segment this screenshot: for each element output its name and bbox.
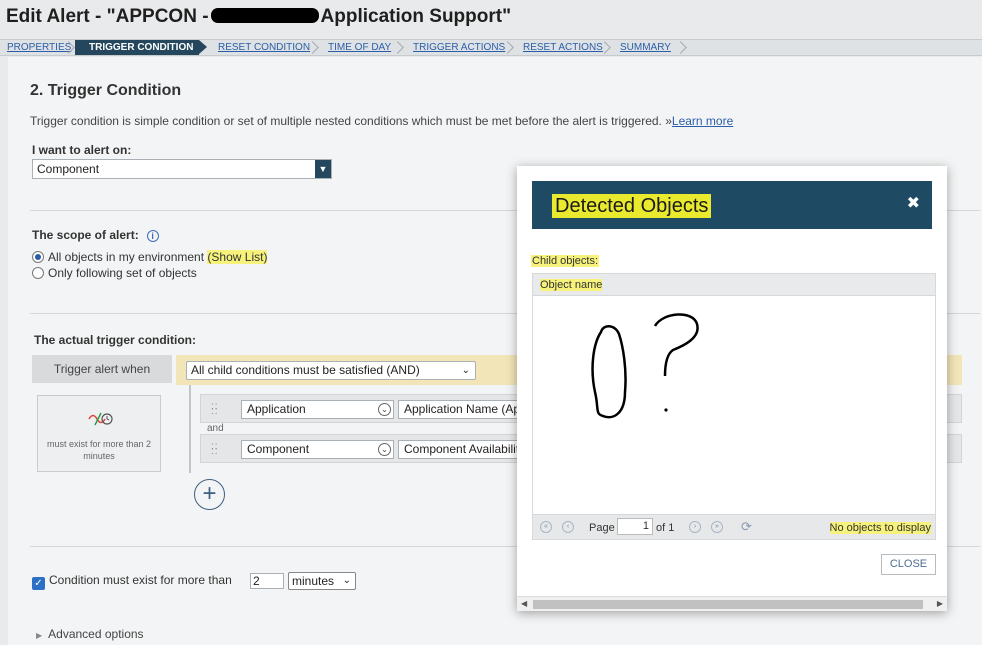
chevron-right-icon: [676, 41, 685, 54]
chevron-down-icon: ⌄: [378, 443, 391, 456]
refresh-icon[interactable]: ⟳: [741, 519, 752, 535]
actual-condition-label: The actual trigger condition:: [34, 333, 197, 347]
condition-value-select[interactable]: Application Name (Ap: [398, 400, 528, 419]
alert-on-label: I want to alert on:: [32, 143, 132, 157]
radio-selected-icon[interactable]: [32, 251, 44, 263]
learn-more-link[interactable]: Learn more: [672, 114, 733, 128]
and-label: and: [207, 423, 224, 434]
grid-pager: « ‹ Page 1 of 1 › » ⟳ No objects to disp…: [533, 514, 935, 539]
redaction-mark: [210, 8, 319, 23]
dialog-header: Detected Objects ✖: [532, 181, 932, 229]
section-title: 2. Trigger Condition: [30, 82, 182, 99]
condition-mode-select[interactable]: All child conditions must be satisfied (…: [186, 361, 476, 380]
chevron-down-icon: ⌄: [378, 403, 391, 416]
previous-page-icon[interactable]: ‹: [562, 521, 574, 533]
close-button[interactable]: CLOSE: [881, 554, 936, 575]
time-condition-icon: [88, 412, 113, 426]
step-reset-condition[interactable]: RESET CONDITION: [218, 40, 310, 55]
condition-value-select[interactable]: Component Availabilit: [398, 440, 528, 459]
trigger-when-label: Trigger alert when: [32, 355, 172, 383]
show-list-link[interactable]: (Show List): [207, 250, 268, 264]
chevron-right-icon: [600, 41, 609, 54]
first-page-icon[interactable]: «: [540, 521, 552, 533]
page-count: of 1: [656, 522, 675, 534]
detected-objects-dialog: Detected Objects ✖ Child objects: Object…: [517, 166, 947, 611]
chevron-right-icon: [393, 41, 402, 54]
step-reset-actions[interactable]: RESET ACTIONS: [523, 40, 603, 55]
next-page-icon[interactable]: ›: [689, 521, 701, 533]
advanced-options-toggle[interactable]: ▶ Advanced options: [36, 627, 144, 641]
horizontal-scrollbar[interactable]: ◀ ▶: [517, 596, 947, 611]
page-number-input[interactable]: 1: [617, 518, 653, 535]
tree-line: [189, 385, 191, 473]
scope-label: The scope of alert: i: [32, 228, 159, 242]
condition-exist-input[interactable]: 2: [250, 573, 284, 589]
step-time-of-day[interactable]: TIME OF DAY: [328, 40, 391, 55]
chevron-right-icon: [503, 41, 512, 54]
chevron-right-icon: [308, 41, 317, 54]
chevron-down-icon: ▼: [315, 160, 331, 178]
checkbox-checked-icon[interactable]: ✓: [32, 577, 45, 590]
condition-unit-select[interactable]: minutes ⌄: [288, 572, 356, 590]
scrollbar-thumb[interactable]: [533, 600, 923, 609]
radio-icon[interactable]: [32, 267, 44, 279]
must-exist-text: must exist for more than 2 minutes: [46, 439, 152, 461]
no-objects-message: No objects to display: [829, 522, 931, 534]
wizard-steps: PROPERTIES TRIGGER CONDITION RESET CONDI…: [0, 39, 982, 56]
chevron-down-icon: ⌄: [342, 575, 351, 586]
condition-exist-option[interactable]: ✓ Condition must exist for more than: [32, 573, 232, 590]
objects-grid: Object name « ‹ Page 1 of 1 › » ⟳ No obj…: [532, 273, 936, 540]
time-condition-box[interactable]: must exist for more than 2 minutes: [37, 395, 161, 472]
handwritten-scribble: [591, 313, 699, 419]
last-page-icon[interactable]: »: [711, 521, 723, 533]
scope-following-option[interactable]: Only following set of objects: [32, 266, 197, 280]
scroll-right-icon[interactable]: ▶: [937, 599, 943, 608]
page-label: Page: [589, 522, 615, 534]
step-trigger-actions[interactable]: TRIGGER ACTIONS: [413, 40, 505, 55]
chevron-right-icon: [64, 41, 73, 54]
caret-right-icon: ▶: [36, 631, 43, 640]
info-icon[interactable]: i: [146, 230, 159, 242]
add-condition-button[interactable]: +: [194, 479, 225, 510]
alert-on-select[interactable]: Component ▼: [32, 159, 332, 179]
drag-handle-icon[interactable]: ::::: [211, 442, 219, 457]
scope-all-option[interactable]: All objects in my environment (Show List…: [32, 250, 268, 264]
close-icon[interactable]: ✖: [907, 195, 920, 213]
step-trigger-condition[interactable]: TRIGGER CONDITION: [75, 40, 207, 55]
condition-field-select[interactable]: Application ⌄: [241, 400, 394, 419]
child-objects-label: Child objects:: [531, 255, 600, 267]
dialog-title: Detected Objects: [552, 194, 712, 218]
step-summary[interactable]: SUMMARY: [620, 40, 671, 55]
page-title: Edit Alert - "APPCON - Application Suppor…: [6, 6, 512, 27]
drag-handle-icon[interactable]: ::::: [211, 402, 219, 417]
scroll-left-icon[interactable]: ◀: [521, 599, 527, 608]
chevron-down-icon: ⌄: [461, 365, 470, 376]
condition-field-select[interactable]: Component ⌄: [241, 440, 394, 459]
section-description: Trigger condition is simple condition or…: [30, 114, 734, 128]
